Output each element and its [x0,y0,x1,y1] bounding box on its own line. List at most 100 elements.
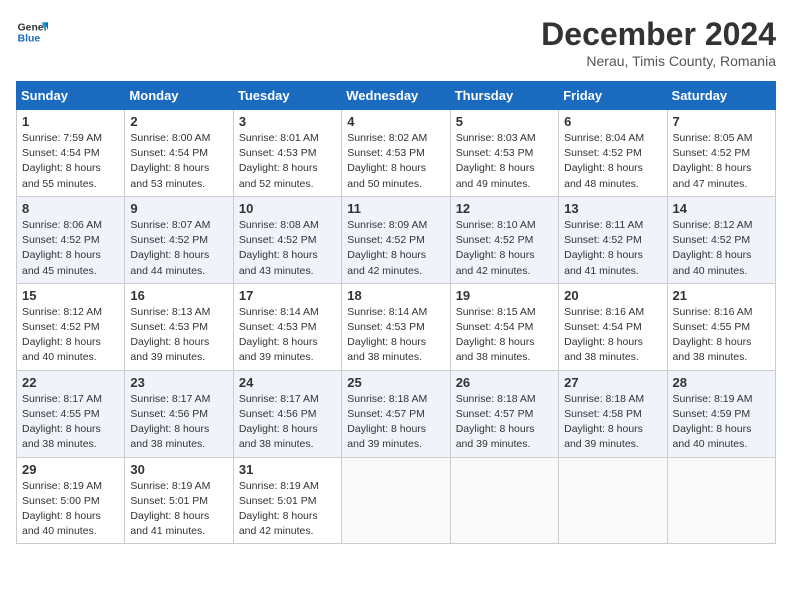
calendar-cell: 29 Sunrise: 8:19 AM Sunset: 5:00 PM Dayl… [17,457,125,544]
day-info: Sunrise: 8:17 AM Sunset: 4:55 PM Dayligh… [22,392,119,453]
day-number: 22 [22,375,119,390]
day-info: Sunrise: 8:18 AM Sunset: 4:57 PM Dayligh… [347,392,444,453]
col-header-wednesday: Wednesday [342,82,450,110]
calendar-cell: 2 Sunrise: 8:00 AM Sunset: 4:54 PM Dayli… [125,110,233,197]
calendar-cell: 25 Sunrise: 8:18 AM Sunset: 4:57 PM Dayl… [342,370,450,457]
calendar-cell [559,457,667,544]
calendar-cell: 24 Sunrise: 8:17 AM Sunset: 4:56 PM Dayl… [233,370,341,457]
calendar-cell: 1 Sunrise: 7:59 AM Sunset: 4:54 PM Dayli… [17,110,125,197]
col-header-saturday: Saturday [667,82,775,110]
day-info: Sunrise: 8:11 AM Sunset: 4:52 PM Dayligh… [564,218,661,279]
svg-text:Blue: Blue [18,34,41,45]
day-info: Sunrise: 8:19 AM Sunset: 4:59 PM Dayligh… [673,392,770,453]
col-header-sunday: Sunday [17,82,125,110]
title-area: December 2024 Nerau, Timis County, Roman… [541,16,776,69]
calendar-cell: 17 Sunrise: 8:14 AM Sunset: 4:53 PM Dayl… [233,283,341,370]
day-number: 2 [130,114,227,129]
day-info: Sunrise: 8:09 AM Sunset: 4:52 PM Dayligh… [347,218,444,279]
day-info: Sunrise: 8:16 AM Sunset: 4:54 PM Dayligh… [564,305,661,366]
day-info: Sunrise: 8:19 AM Sunset: 5:01 PM Dayligh… [130,479,227,540]
day-number: 31 [239,462,336,477]
day-number: 26 [456,375,553,390]
col-header-friday: Friday [559,82,667,110]
day-info: Sunrise: 8:01 AM Sunset: 4:53 PM Dayligh… [239,131,336,192]
calendar-cell: 12 Sunrise: 8:10 AM Sunset: 4:52 PM Dayl… [450,196,558,283]
calendar-cell: 31 Sunrise: 8:19 AM Sunset: 5:01 PM Dayl… [233,457,341,544]
day-info: Sunrise: 8:07 AM Sunset: 4:52 PM Dayligh… [130,218,227,279]
day-info: Sunrise: 8:18 AM Sunset: 4:57 PM Dayligh… [456,392,553,453]
day-number: 13 [564,201,661,216]
calendar-table: SundayMondayTuesdayWednesdayThursdayFrid… [16,81,776,544]
day-number: 19 [456,288,553,303]
day-info: Sunrise: 8:08 AM Sunset: 4:52 PM Dayligh… [239,218,336,279]
col-header-thursday: Thursday [450,82,558,110]
day-number: 3 [239,114,336,129]
calendar-cell: 9 Sunrise: 8:07 AM Sunset: 4:52 PM Dayli… [125,196,233,283]
day-number: 14 [673,201,770,216]
week-row-1: 1 Sunrise: 7:59 AM Sunset: 4:54 PM Dayli… [17,110,776,197]
day-number: 20 [564,288,661,303]
col-header-monday: Monday [125,82,233,110]
day-info: Sunrise: 8:06 AM Sunset: 4:52 PM Dayligh… [22,218,119,279]
calendar-cell: 14 Sunrise: 8:12 AM Sunset: 4:52 PM Dayl… [667,196,775,283]
day-info: Sunrise: 8:05 AM Sunset: 4:52 PM Dayligh… [673,131,770,192]
day-number: 28 [673,375,770,390]
calendar-cell: 22 Sunrise: 8:17 AM Sunset: 4:55 PM Dayl… [17,370,125,457]
week-row-4: 22 Sunrise: 8:17 AM Sunset: 4:55 PM Dayl… [17,370,776,457]
col-header-tuesday: Tuesday [233,82,341,110]
day-info: Sunrise: 8:03 AM Sunset: 4:53 PM Dayligh… [456,131,553,192]
calendar-cell: 30 Sunrise: 8:19 AM Sunset: 5:01 PM Dayl… [125,457,233,544]
calendar-cell: 15 Sunrise: 8:12 AM Sunset: 4:52 PM Dayl… [17,283,125,370]
calendar-cell: 10 Sunrise: 8:08 AM Sunset: 4:52 PM Dayl… [233,196,341,283]
day-number: 10 [239,201,336,216]
day-number: 1 [22,114,119,129]
day-info: Sunrise: 8:14 AM Sunset: 4:53 PM Dayligh… [347,305,444,366]
calendar-cell: 16 Sunrise: 8:13 AM Sunset: 4:53 PM Dayl… [125,283,233,370]
day-info: Sunrise: 8:10 AM Sunset: 4:52 PM Dayligh… [456,218,553,279]
page-header: General Blue December 2024 Nerau, Timis … [16,16,776,69]
calendar-cell: 13 Sunrise: 8:11 AM Sunset: 4:52 PM Dayl… [559,196,667,283]
day-number: 6 [564,114,661,129]
day-info: Sunrise: 8:00 AM Sunset: 4:54 PM Dayligh… [130,131,227,192]
calendar-cell [667,457,775,544]
logo: General Blue [16,16,48,48]
day-number: 11 [347,201,444,216]
calendar-cell: 3 Sunrise: 8:01 AM Sunset: 4:53 PM Dayli… [233,110,341,197]
day-number: 4 [347,114,444,129]
day-info: Sunrise: 8:18 AM Sunset: 4:58 PM Dayligh… [564,392,661,453]
day-number: 16 [130,288,227,303]
day-info: Sunrise: 7:59 AM Sunset: 4:54 PM Dayligh… [22,131,119,192]
calendar-cell: 18 Sunrise: 8:14 AM Sunset: 4:53 PM Dayl… [342,283,450,370]
day-info: Sunrise: 8:14 AM Sunset: 4:53 PM Dayligh… [239,305,336,366]
day-info: Sunrise: 8:12 AM Sunset: 4:52 PM Dayligh… [673,218,770,279]
day-number: 21 [673,288,770,303]
calendar-cell: 6 Sunrise: 8:04 AM Sunset: 4:52 PM Dayli… [559,110,667,197]
calendar-cell: 20 Sunrise: 8:16 AM Sunset: 4:54 PM Dayl… [559,283,667,370]
calendar-cell: 5 Sunrise: 8:03 AM Sunset: 4:53 PM Dayli… [450,110,558,197]
calendar-cell: 27 Sunrise: 8:18 AM Sunset: 4:58 PM Dayl… [559,370,667,457]
day-info: Sunrise: 8:17 AM Sunset: 4:56 PM Dayligh… [130,392,227,453]
calendar-cell: 8 Sunrise: 8:06 AM Sunset: 4:52 PM Dayli… [17,196,125,283]
day-number: 27 [564,375,661,390]
day-info: Sunrise: 8:19 AM Sunset: 5:01 PM Dayligh… [239,479,336,540]
day-number: 24 [239,375,336,390]
calendar-cell: 28 Sunrise: 8:19 AM Sunset: 4:59 PM Dayl… [667,370,775,457]
day-info: Sunrise: 8:13 AM Sunset: 4:53 PM Dayligh… [130,305,227,366]
logo-icon: General Blue [16,16,48,48]
calendar-cell: 26 Sunrise: 8:18 AM Sunset: 4:57 PM Dayl… [450,370,558,457]
day-info: Sunrise: 8:19 AM Sunset: 5:00 PM Dayligh… [22,479,119,540]
day-number: 9 [130,201,227,216]
day-number: 15 [22,288,119,303]
day-number: 12 [456,201,553,216]
calendar-cell: 4 Sunrise: 8:02 AM Sunset: 4:53 PM Dayli… [342,110,450,197]
day-info: Sunrise: 8:04 AM Sunset: 4:52 PM Dayligh… [564,131,661,192]
day-number: 29 [22,462,119,477]
day-info: Sunrise: 8:15 AM Sunset: 4:54 PM Dayligh… [456,305,553,366]
calendar-cell [342,457,450,544]
day-info: Sunrise: 8:12 AM Sunset: 4:52 PM Dayligh… [22,305,119,366]
week-row-3: 15 Sunrise: 8:12 AM Sunset: 4:52 PM Dayl… [17,283,776,370]
day-number: 5 [456,114,553,129]
calendar-cell: 19 Sunrise: 8:15 AM Sunset: 4:54 PM Dayl… [450,283,558,370]
day-number: 30 [130,462,227,477]
day-number: 8 [22,201,119,216]
